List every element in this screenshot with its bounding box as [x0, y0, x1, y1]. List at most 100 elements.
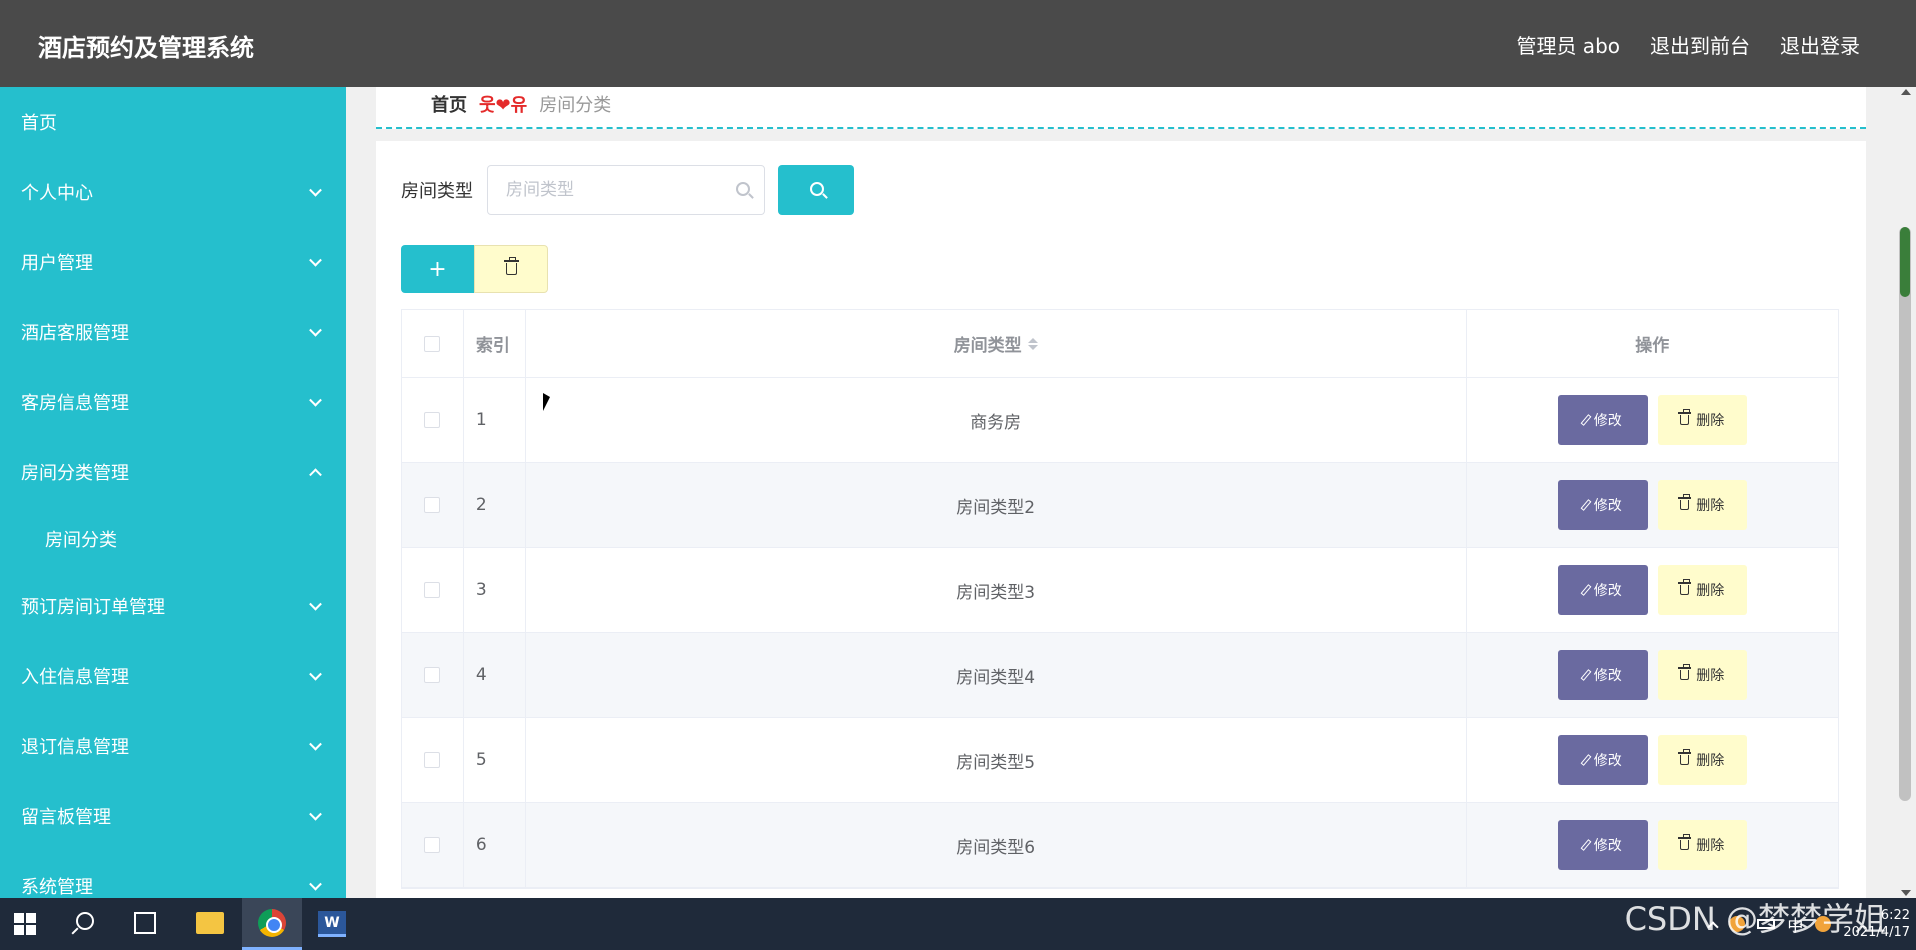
row-checkbox[interactable] [424, 412, 441, 428]
file-explorer-icon[interactable] [196, 912, 224, 934]
row-checkbox[interactable] [424, 497, 441, 513]
row-room-type: 房间类型3 [526, 548, 1467, 632]
sidebar-item-personal-center[interactable]: 个人中心 [0, 157, 346, 227]
row-room-type: 房间类型6 [526, 803, 1467, 887]
word-icon[interactable]: W [318, 911, 346, 937]
admin-user-label[interactable]: 管理员 abo [1516, 30, 1620, 59]
row-ops: 修改 删除 [1467, 803, 1838, 887]
row-checkbox[interactable] [424, 752, 441, 768]
edit-label: 修改 [1593, 413, 1622, 429]
sidebar-item-checkin[interactable]: 入住信息管理 [0, 641, 346, 711]
edit-button[interactable]: 修改 [1557, 650, 1648, 700]
trash-icon [1678, 494, 1692, 510]
row-ops: 修改 删除 [1467, 463, 1838, 547]
csdn-watermark: CSDN @梦梦学姐 [1624, 900, 1886, 938]
header-room-type-label: 房间类型 [953, 336, 1022, 356]
delete-button[interactable]: 删除 [1657, 565, 1747, 615]
sidebar-item-label: 房间分类 [45, 530, 117, 551]
header-index: 索引 [464, 310, 526, 377]
search-input[interactable] [488, 166, 764, 214]
row-checkbox[interactable] [424, 667, 441, 683]
chrome-taskbar-button[interactable] [242, 898, 302, 950]
sidebar-item-home[interactable]: 首页 [0, 87, 346, 157]
sidebar-item-room-info[interactable]: 客房信息管理 [0, 367, 346, 437]
taskbar-search-icon[interactable] [76, 912, 94, 930]
delete-button[interactable]: 删除 [1657, 735, 1747, 785]
scroll-grip[interactable] [1900, 227, 1910, 297]
chevron-down-icon [309, 877, 322, 891]
row-checkbox-cell [402, 718, 464, 802]
mouse-cursor-icon [543, 393, 550, 411]
scroll-up-arrow-icon[interactable] [1901, 89, 1911, 95]
sidebar-item-label: 入住信息管理 [21, 667, 129, 688]
sidebar-item-label: 留言板管理 [21, 807, 111, 828]
action-buttons: + [401, 245, 548, 293]
add-button[interactable]: + [401, 245, 474, 293]
trash-icon [1678, 579, 1692, 595]
batch-delete-button[interactable] [474, 245, 548, 293]
chevron-down-icon [309, 667, 322, 681]
edit-button[interactable]: 修改 [1557, 395, 1648, 445]
sort-icon[interactable] [1027, 337, 1038, 350]
sidebar-item-cancellation[interactable]: 退订信息管理 [0, 711, 346, 781]
exit-to-front-link[interactable]: 退出到前台 [1650, 30, 1750, 59]
header-room-type[interactable]: 房间类型 [526, 310, 1467, 377]
delete-button[interactable]: 删除 [1657, 395, 1747, 445]
edit-button[interactable]: 修改 [1557, 820, 1648, 870]
delete-label: 删除 [1696, 583, 1725, 599]
row-index: 5 [464, 718, 526, 802]
edit-icon [1580, 669, 1592, 681]
search-box [487, 165, 765, 215]
sidebar-item-user-management[interactable]: 用户管理 [0, 227, 346, 297]
search-label: 房间类型 [401, 181, 473, 202]
sidebar-item-message-board[interactable]: 留言板管理 [0, 781, 346, 851]
sidebar-item-label: 房间分类管理 [21, 463, 129, 484]
row-ops: 修改 删除 [1467, 378, 1838, 462]
sidebar-item-system[interactable]: 系统管理 [0, 851, 346, 898]
sidebar-item-booking-orders[interactable]: 预订房间订单管理 [0, 571, 346, 641]
breadcrumb-home[interactable]: 首页 [431, 91, 467, 117]
chevron-down-icon [309, 393, 322, 407]
select-all-checkbox[interactable] [424, 335, 441, 352]
trash-icon [1678, 749, 1692, 765]
delete-button[interactable]: 删除 [1657, 820, 1747, 870]
top-header: 酒店预约及管理系统 管理员 abo 退出到前台 退出登录 [0, 0, 1916, 87]
row-checkbox[interactable] [424, 837, 441, 853]
windows-start-icon[interactable] [14, 913, 36, 935]
row-ops: 修改 删除 [1467, 718, 1838, 802]
sidebar-item-room-category[interactable]: 房间分类管理 [0, 437, 346, 507]
sidebar-item-label: 系统管理 [21, 877, 93, 898]
app-title: 酒店预约及管理系统 [38, 34, 254, 62]
delete-label: 删除 [1696, 753, 1725, 769]
header-ops: 操作 [1635, 336, 1670, 356]
edit-button[interactable]: 修改 [1557, 565, 1648, 615]
header-checkbox-cell [402, 310, 464, 377]
search-button[interactable] [778, 165, 854, 215]
row-room-type: 房间类型2 [526, 463, 1467, 547]
main-content: 首页 웃❤유 房间分类 房间类型 + 索引 房间类型 操作 [346, 87, 1896, 898]
delete-button[interactable]: 删除 [1657, 480, 1747, 530]
row-room-type: 房间类型5 [526, 718, 1467, 802]
breadcrumb: 首页 웃❤유 房间分类 [431, 91, 611, 117]
edit-button[interactable]: 修改 [1557, 480, 1648, 530]
task-view-icon[interactable] [134, 912, 156, 934]
edit-button[interactable]: 修改 [1557, 735, 1648, 785]
row-ops: 修改 删除 [1467, 633, 1838, 717]
row-checkbox[interactable] [424, 582, 441, 598]
delete-button[interactable]: 删除 [1657, 650, 1747, 700]
page-scrollbar[interactable] [1896, 87, 1916, 898]
scroll-down-arrow-icon[interactable] [1901, 890, 1911, 896]
breadcrumb-current: 房间分类 [539, 95, 612, 116]
chevron-down-icon [309, 253, 322, 267]
row-room-type: 房间类型4 [526, 633, 1467, 717]
sidebar-subitem-room-category[interactable]: 房间分类 [0, 507, 346, 571]
trash-icon [1678, 664, 1692, 680]
scroll-thumb[interactable] [1899, 227, 1911, 801]
logout-link[interactable]: 退出登录 [1780, 30, 1860, 59]
sidebar-item-label: 退订信息管理 [21, 737, 129, 758]
chevron-down-icon [309, 323, 322, 337]
delete-label: 删除 [1696, 413, 1725, 429]
table-row: 4 房间类型4 修改 删除 [402, 633, 1838, 718]
sidebar-item-hotel-service[interactable]: 酒店客服管理 [0, 297, 346, 367]
chevron-down-icon [309, 597, 322, 611]
